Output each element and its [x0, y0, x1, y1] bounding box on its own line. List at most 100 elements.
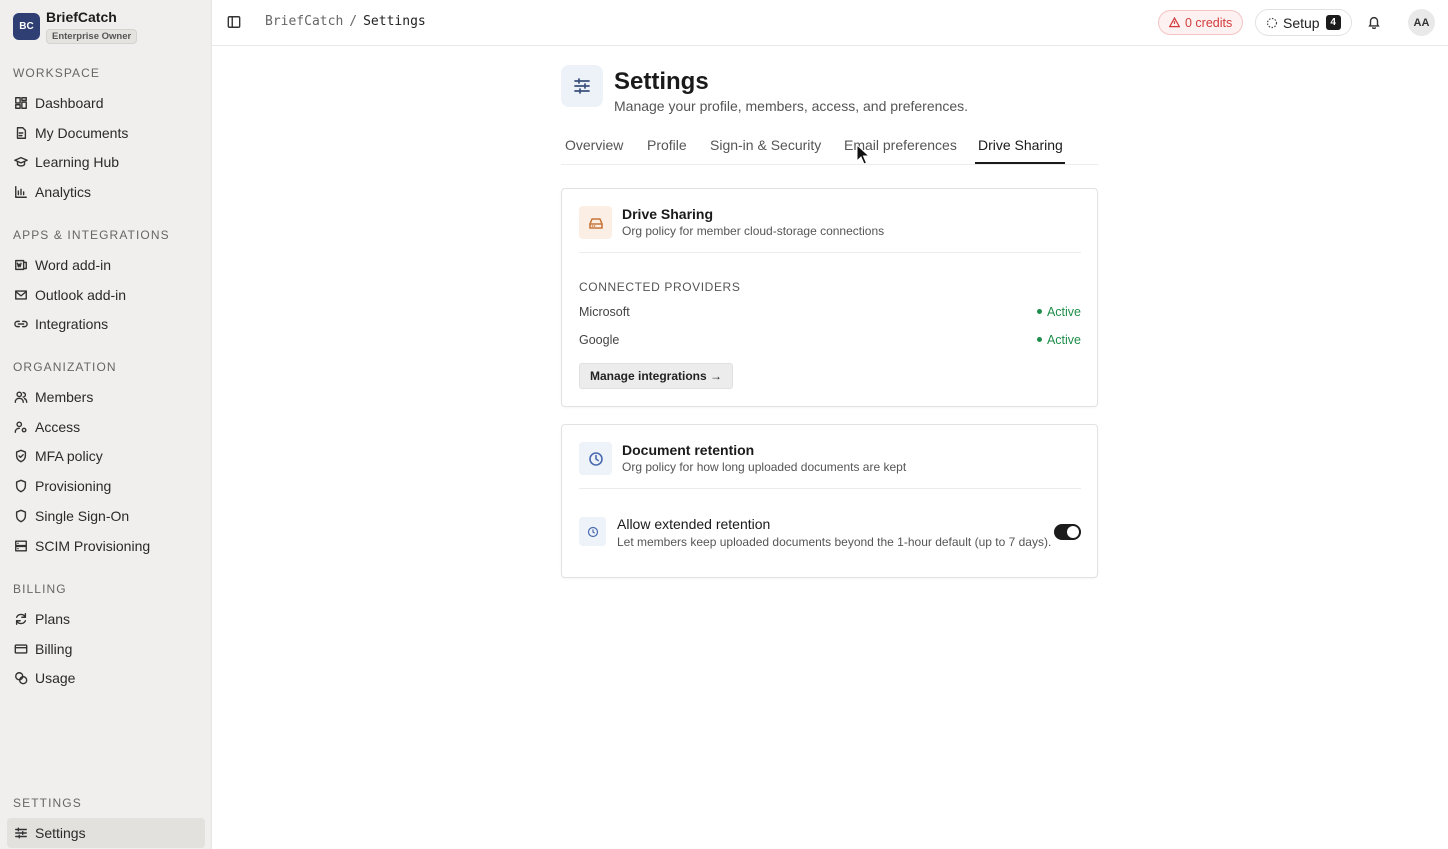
section-label: CONNECTED PROVIDERS: [579, 280, 741, 294]
clock-icon: [579, 442, 612, 475]
user-key-icon: [14, 420, 28, 434]
sidebar-item-label: Learning Hub: [35, 154, 120, 171]
progress-circle-icon: [1266, 17, 1278, 28]
bar-chart-icon: [14, 185, 28, 199]
nav-section-apps: APPS & INTEGRATIONS Word add-in Outlook …: [0, 227, 212, 339]
warning-icon: [1169, 17, 1180, 28]
sidebar-item-label: My Documents: [35, 124, 129, 141]
sidebar-item-plans[interactable]: Plans: [0, 604, 212, 634]
top-bar: BriefCatch / Settings 0 credits Setup 4 AA: [212, 0, 1448, 46]
sidebar-item-members[interactable]: Members: [0, 382, 212, 412]
status-badge: Active: [1037, 305, 1081, 319]
extended-retention-toggle[interactable]: [1054, 524, 1081, 540]
setting-title: Allow extended retention: [617, 516, 771, 532]
dashboard-icon: [14, 96, 28, 110]
sidebar-item-single-sign-on[interactable]: Single Sign-On: [0, 501, 212, 531]
sidebar-item-label: Usage: [35, 670, 76, 687]
sidebar-item-integrations[interactable]: Integrations: [0, 310, 212, 340]
nav-heading: SETTINGS: [13, 796, 82, 810]
sidebar-item-provisioning[interactable]: Provisioning: [0, 471, 212, 501]
sidebar-item-analytics[interactable]: Analytics: [0, 177, 212, 207]
nav-heading: WORKSPACE: [13, 66, 101, 80]
refresh-icon: [14, 612, 28, 626]
sidebar-item-scim-provisioning[interactable]: SCIM Provisioning: [0, 531, 212, 561]
sidebar-item-label: SCIM Provisioning: [35, 537, 151, 554]
manage-integrations-button[interactable]: Manage integrations →: [579, 363, 734, 389]
tab-profile[interactable]: Profile: [647, 137, 687, 153]
sidebar-item-label: Billing: [35, 640, 73, 657]
sidebar-item-label: Integrations: [35, 316, 109, 333]
page-title: Settings: [614, 68, 709, 95]
provider-row-google: Google Active: [579, 333, 1081, 347]
users-icon: [14, 390, 28, 404]
sidebar-item-mfa-policy[interactable]: MFA policy: [0, 442, 212, 472]
breadcrumb-root[interactable]: BriefCatch: [265, 14, 343, 29]
sidebar-item-billing[interactable]: Billing: [0, 634, 212, 664]
mail-icon: [14, 288, 28, 302]
provider-name: Microsoft: [579, 305, 630, 319]
avatar[interactable]: AA: [1408, 9, 1435, 36]
sidebar-item-label: MFA policy: [35, 448, 103, 465]
sidebar-toggle-icon[interactable]: [227, 15, 241, 29]
page-subtitle: Manage your profile, members, access, an…: [614, 98, 969, 114]
card-title: Document retention: [622, 442, 755, 458]
sidebar-item-label: Members: [35, 388, 94, 405]
role-badge: Enterprise Owner: [46, 29, 138, 44]
setup-label: Setup: [1283, 14, 1320, 31]
sidebar-item-label: Provisioning: [35, 478, 112, 495]
page-header: Settings Manage your profile, members, a…: [561, 65, 968, 114]
card-subtitle: Org policy for member cloud-storage conn…: [622, 224, 885, 238]
sidebar-item-label: Single Sign-On: [35, 508, 130, 525]
sidebar-item-usage[interactable]: Usage: [0, 664, 212, 694]
sidebar-item-label: Plans: [35, 610, 71, 627]
sidebar-item-learning-hub[interactable]: Learning Hub: [0, 148, 212, 178]
sidebar-item-word-add-in[interactable]: Word add-in: [0, 250, 212, 280]
sidebar-item-label: Settings: [35, 824, 86, 841]
link-icon: [14, 317, 28, 331]
status-badge: Active: [1037, 333, 1081, 347]
card-header: Drive Sharing Org policy for member clou…: [579, 206, 1081, 253]
sidebar-item-dashboard[interactable]: Dashboard: [0, 88, 212, 118]
org-logo: BC: [13, 13, 40, 40]
provider-name: Google: [579, 333, 620, 347]
server-icon: [14, 539, 28, 553]
setup-button[interactable]: Setup 4: [1255, 9, 1352, 36]
card-header: Document retention Org policy for how lo…: [579, 442, 1081, 489]
sidebar-item-access[interactable]: Access: [0, 412, 212, 442]
documents-icon: [14, 126, 28, 140]
credit-card-icon: [14, 642, 28, 656]
setup-count-badge: 4: [1325, 15, 1341, 30]
bell-icon[interactable]: [1367, 15, 1381, 30]
clock-icon: [579, 517, 606, 546]
credits-label: 0 credits: [1185, 15, 1233, 30]
nav-section-workspace: WORKSPACE Dashboard My Documents Learnin…: [0, 65, 212, 207]
active-tab-indicator: [975, 162, 1065, 164]
sliders-icon: [561, 65, 603, 107]
org-switcher[interactable]: BC BriefCatch Enterprise Owner: [13, 9, 138, 44]
nav-section-settings: SETTINGS Settings: [0, 795, 212, 848]
org-name: BriefCatch: [46, 9, 117, 25]
sidebar-item-my-documents[interactable]: My Documents: [0, 118, 212, 148]
shield-icon: [14, 509, 28, 523]
sidebar-item-outlook-add-in[interactable]: Outlook add-in: [0, 280, 212, 310]
sidebar-item-label: Analytics: [35, 184, 92, 201]
nav-heading: APPS & INTEGRATIONS: [13, 228, 170, 242]
sidebar-item-settings[interactable]: Settings: [7, 818, 205, 848]
coins-icon: [14, 671, 28, 685]
nav-heading: ORGANIZATION: [13, 360, 117, 374]
card-subtitle: Org policy for how long uploaded documen…: [622, 460, 907, 474]
drive-sharing-card: Drive Sharing Org policy for member clou…: [561, 188, 1098, 407]
extended-retention-setting: Allow extended retention Let members kee…: [579, 516, 1081, 550]
breadcrumb-separator: /: [349, 14, 358, 29]
shield-check-icon: [14, 449, 28, 463]
sidebar-item-label: Access: [35, 418, 81, 435]
sliders-icon: [14, 826, 28, 840]
tab-sign-in-security[interactable]: Sign-in & Security: [710, 137, 821, 153]
mouse-cursor-icon: [856, 144, 871, 165]
setting-description: Let members keep uploaded documents beyo…: [617, 535, 1052, 549]
nav-section-organization: ORGANIZATION Members Access MFA policy P…: [0, 359, 212, 561]
tab-drive-sharing[interactable]: Drive Sharing: [978, 137, 1063, 153]
tab-overview[interactable]: Overview: [565, 137, 623, 153]
sidebar-item-label: Outlook add-in: [35, 286, 127, 303]
credits-badge[interactable]: 0 credits: [1158, 10, 1244, 35]
